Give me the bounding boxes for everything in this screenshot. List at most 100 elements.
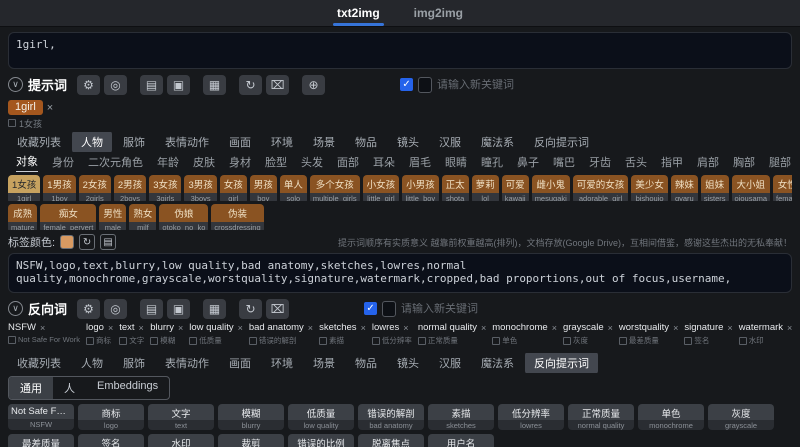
tag-button[interactable]: 3女孩 3girls bbox=[149, 175, 182, 201]
toolbar-icon-button[interactable]: ⌧ bbox=[266, 298, 290, 319]
subcategory-link[interactable]: 年龄 bbox=[157, 154, 179, 172]
negative-tag-item[interactable]: NSFW × Not Safe For Work bbox=[8, 322, 80, 344]
negative-tag-item[interactable]: worstquality × 最差质量 bbox=[618, 322, 678, 346]
negative-tag-button[interactable]: 模糊 blurry bbox=[218, 404, 284, 430]
category-tab[interactable]: 魔法系 bbox=[472, 132, 523, 152]
tag-button[interactable]: 辣妹 gyaru bbox=[670, 175, 698, 201]
category-tab[interactable]: 服饰 bbox=[114, 132, 154, 152]
subcategory-link[interactable]: 脸型 bbox=[265, 154, 287, 172]
subcategory-link[interactable]: 皮肤 bbox=[193, 154, 215, 172]
toolbar-icon-button[interactable]: ↻ bbox=[239, 298, 263, 319]
category-tab[interactable]: 表情动作 bbox=[156, 353, 218, 373]
keyword-toggle[interactable] bbox=[382, 300, 397, 317]
remove-tag-icon[interactable]: × bbox=[481, 323, 486, 333]
negative-tag-item[interactable]: normal quality × 正常质量 bbox=[417, 322, 486, 346]
negative-tag-button[interactable]: 裁剪cropped bbox=[218, 434, 284, 447]
subcategory-link[interactable]: 眼睛 bbox=[445, 154, 467, 172]
tag-button[interactable]: 女性female bbox=[773, 175, 792, 201]
subcategory-link[interactable]: 腿部 bbox=[769, 154, 791, 172]
tag-button[interactable]: 3男孩 3boys bbox=[184, 175, 217, 201]
category-tab[interactable]: 反向提示词 bbox=[525, 132, 598, 152]
negative-tag-item[interactable]: monochrome × 单色 bbox=[492, 322, 557, 346]
subcategory-link[interactable]: 二次元角色 bbox=[88, 154, 143, 172]
negative-tag-button[interactable]: 素描 sketches bbox=[428, 404, 494, 430]
keyword-toggle[interactable] bbox=[418, 76, 433, 93]
category-tab[interactable]: 场景 bbox=[304, 353, 344, 373]
toolbar-icon-button[interactable]: ◎ bbox=[104, 298, 128, 319]
toolbar-icon-button[interactable]: ⊕ bbox=[302, 74, 326, 95]
negative-tag-item[interactable]: blurry × 模糊 bbox=[150, 322, 183, 346]
category-tab[interactable]: 物品 bbox=[346, 353, 386, 373]
negative-prompt-textarea[interactable]: NSFW,logo,text,blurry,low quality,bad an… bbox=[8, 253, 792, 293]
negative-tag-button[interactable]: 单色 monochrome bbox=[638, 404, 704, 430]
tag-button[interactable]: 成熟 mature bbox=[8, 204, 38, 230]
subcategory-link[interactable]: 身材 bbox=[229, 154, 251, 172]
negative-tag-button[interactable]: 水印watermark bbox=[148, 434, 214, 447]
negative-tag-item[interactable]: bad anatomy × 错误的解剖 bbox=[248, 322, 313, 346]
remove-tag-icon[interactable]: × bbox=[108, 323, 113, 333]
mode-tab[interactable]: txt2img bbox=[327, 0, 390, 26]
category-tab[interactable]: 物品 bbox=[346, 132, 386, 152]
category-tab[interactable]: 反向提示词 bbox=[525, 353, 598, 373]
remove-tag-icon[interactable]: × bbox=[787, 323, 792, 333]
remove-tag-icon[interactable]: × bbox=[178, 323, 183, 333]
subcategory-link[interactable]: 眉毛 bbox=[409, 154, 431, 172]
tag-button[interactable]: 1男孩 1boy bbox=[43, 175, 76, 201]
toolbar-icon-button[interactable]: ▤ bbox=[140, 298, 164, 319]
tag-button[interactable]: 小男孩 little_boy bbox=[402, 175, 439, 201]
tag-button[interactable]: 1女孩 1girl bbox=[8, 175, 41, 201]
negative-tag-item[interactable]: lowres × 低分辨率 bbox=[371, 322, 412, 346]
new-keyword-input[interactable] bbox=[401, 302, 622, 315]
tag-button[interactable]: 熟女 milf bbox=[129, 204, 157, 230]
negative-tag-item[interactable]: text × 文字 bbox=[119, 322, 144, 346]
tag-button[interactable]: 2女孩 2girls bbox=[78, 175, 111, 201]
tag-button[interactable]: 单人 solo bbox=[279, 175, 307, 201]
category-tab[interactable]: 人物 bbox=[72, 353, 112, 373]
category-tab[interactable]: 收藏列表 bbox=[8, 132, 70, 152]
remove-tag-icon[interactable]: × bbox=[673, 323, 678, 333]
category-tab[interactable]: 环境 bbox=[262, 132, 302, 152]
positive-prompt-textarea[interactable]: 1girl, bbox=[8, 32, 792, 69]
subcategory-link[interactable]: 身份 bbox=[52, 154, 74, 172]
category-tab[interactable]: 画面 bbox=[220, 132, 260, 152]
subcategory-link[interactable]: 鼻子 bbox=[517, 154, 539, 172]
toolbar-icon-button[interactable]: ▦ bbox=[203, 298, 227, 319]
negative-tag-button[interactable]: 错误的比例bad proportions bbox=[288, 434, 354, 447]
remove-tag-icon[interactable]: × bbox=[139, 323, 144, 333]
subcategory-link[interactable]: 瞳孔 bbox=[481, 154, 503, 172]
subcategory-link[interactable]: 牙齿 bbox=[589, 154, 611, 172]
negative-tag-button[interactable]: 签名signature bbox=[78, 434, 144, 447]
selected-tag-chip[interactable]: 1girl bbox=[8, 100, 43, 115]
collapse-negative-icon[interactable]: ∨ bbox=[8, 301, 23, 316]
negative-tag-item[interactable]: sketches × 素描 bbox=[319, 322, 366, 346]
sub-tab[interactable]: 人 bbox=[53, 377, 86, 399]
negative-tag-button[interactable]: 商标 logo bbox=[78, 404, 144, 430]
negative-tag-button[interactable]: 低质量 low quality bbox=[288, 404, 354, 430]
negative-tag-button[interactable]: 脱离焦点out of focus bbox=[358, 434, 424, 447]
negative-tag-button[interactable]: 最差质量worstquality bbox=[8, 434, 74, 447]
negative-tag-item[interactable]: signature × 签名 bbox=[684, 322, 733, 346]
tag-button[interactable]: 多个女孩 multiple_girls bbox=[309, 175, 360, 201]
toolbar-icon-button[interactable]: ⌧ bbox=[266, 74, 290, 95]
category-tab[interactable]: 环境 bbox=[262, 353, 302, 373]
subcategory-link[interactable]: 胸部 bbox=[733, 154, 755, 172]
tag-button[interactable]: 男孩 boy bbox=[249, 175, 277, 201]
remove-tag-icon[interactable]: × bbox=[238, 323, 243, 333]
tag-button[interactable]: 美少女 bishoujo bbox=[631, 175, 668, 201]
negative-tag-button[interactable]: Not Safe For WorkNSFW bbox=[8, 404, 74, 430]
tag-button[interactable]: 女孩 girl bbox=[219, 175, 247, 201]
translate-checkbox[interactable]: ✓ bbox=[400, 78, 414, 91]
remove-tag-icon[interactable]: × bbox=[308, 323, 313, 333]
remove-tag-icon[interactable]: × bbox=[403, 323, 408, 333]
subcategory-link[interactable]: 指甲 bbox=[661, 154, 683, 172]
collapse-positive-icon[interactable]: ∨ bbox=[8, 77, 23, 92]
negative-tag-button[interactable]: 低分辨率 lowres bbox=[498, 404, 564, 430]
tag-button[interactable]: 姐妹 sisters bbox=[700, 175, 729, 201]
sub-tab[interactable]: Embeddings bbox=[86, 377, 169, 399]
toolbar-icon-button[interactable]: ▣ bbox=[167, 74, 191, 95]
negative-tag-button[interactable]: 错误的解剖 bad anatomy bbox=[358, 404, 424, 430]
category-tab[interactable]: 表情动作 bbox=[156, 132, 218, 152]
category-tab[interactable]: 镜头 bbox=[388, 353, 428, 373]
toolbar-icon-button[interactable]: ▤ bbox=[140, 74, 164, 95]
subcategory-link[interactable]: 头发 bbox=[301, 154, 323, 172]
